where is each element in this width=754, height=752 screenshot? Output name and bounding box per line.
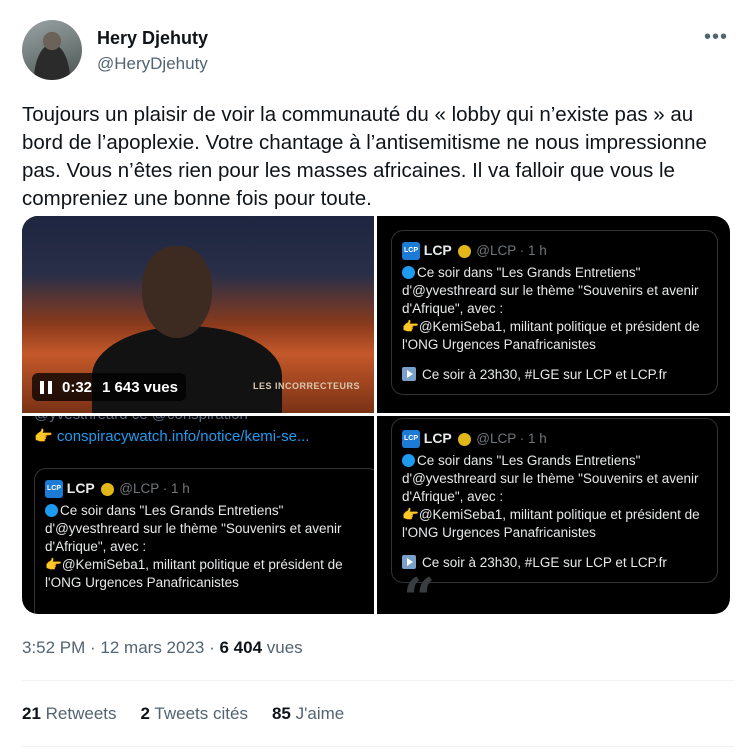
video-thumbnail[interactable]: LES INCORRECTEURS 0:32 1 643 vues	[22, 216, 374, 413]
quotes-label: Tweets cités	[154, 704, 248, 723]
embedded-tweet-line1-row: Ce soir dans "Les Grands Entretiens" d'@…	[45, 502, 369, 556]
likes-label: J'aime	[295, 704, 345, 723]
timestamp-separator: ·	[85, 638, 101, 657]
divider	[22, 680, 734, 681]
embedded-tweet-card: LCP LCP @LCP · 1 h Ce soir dans "Les Gra…	[34, 468, 374, 614]
embedded-tweet-line2-row: 👉@KemiSeba1, militant politique et prési…	[402, 506, 707, 542]
verified-badge-icon	[100, 482, 114, 496]
embedded-tweet-header: LCP LCP @LCP · 1 h	[402, 429, 707, 449]
blue-circle-icon	[402, 266, 415, 280]
image-conspiracywatch-tweet[interactable]: @yvesthreard ce @conspiration 👉 conspira…	[22, 416, 374, 614]
views-count: 6 404	[219, 638, 263, 657]
blue-circle-icon	[45, 504, 58, 518]
verified-badge-icon	[457, 432, 471, 446]
quotes-stat[interactable]: 2 Tweets cités	[141, 704, 248, 724]
embedded-tweet-line3-row: Ce soir à 23h30, #LGE sur LCP et LCP.fr	[402, 554, 707, 572]
tweet-timestamp: 3:52 PM · 12 mars 2023 · 6 404 vues	[22, 638, 303, 658]
views-label: vues	[266, 638, 303, 657]
lcp-logo-icon: LCP	[402, 430, 420, 449]
embedded-tweet-name: LCP	[66, 480, 95, 496]
embedded-tweet-line1: Ce soir dans "Les Grands Entretiens" d'@…	[45, 503, 342, 555]
tweet-time[interactable]: 3:52 PM	[22, 638, 85, 657]
lcp-logo-icon: LCP	[402, 242, 420, 261]
image-lcp-tweet-2[interactable]: “ LCP LCP @LCP · 1 h Ce soir dans "Les G…	[377, 416, 730, 614]
embedded-tweet-line1: Ce soir dans "Les Grands Entretiens" d'@…	[402, 453, 699, 505]
video-person-head	[142, 246, 212, 338]
media-grid: LES INCORRECTEURS 0:32 1 643 vues LCP LC…	[22, 216, 730, 614]
image-lcp-tweet-1[interactable]: LCP LCP @LCP · 1 h Ce soir dans "Les Gra…	[377, 216, 730, 413]
embedded-tweet-line2-row: 👉@KemiSeba1, militant politique et prési…	[402, 318, 707, 354]
embedded-tweet-meta: @LCP · 1 h	[119, 481, 190, 496]
likes-stat[interactable]: 85 J'aime	[272, 704, 344, 724]
embedded-tweet-name: LCP	[423, 430, 452, 446]
lcp-logo-icon: LCP	[45, 480, 63, 499]
pause-icon[interactable]	[40, 380, 52, 394]
retweets-stat[interactable]: 21 Retweets	[22, 704, 117, 724]
verified-badge-icon	[457, 244, 471, 258]
embedded-tweet-header: LCP LCP @LCP · 1 h	[45, 479, 369, 499]
avatar[interactable]	[22, 20, 82, 80]
more-horizontal-icon[interactable]: •••	[704, 26, 728, 49]
author-handle[interactable]: @HeryDjehuty	[97, 54, 208, 74]
tweet-text: Toujours un plaisir de voir la communaut…	[22, 103, 707, 210]
link-row: 👉 conspiracywatch.info/notice/kemi-se...	[34, 426, 364, 448]
video-watermark: LES INCORRECTEURS	[252, 381, 360, 391]
embedded-tweet-line2: @KemiSeba1, militant politique et présid…	[402, 319, 700, 353]
pointing-hand-icon: 👉	[402, 507, 419, 523]
retweets-label: Retweets	[45, 704, 117, 723]
embedded-tweet-line2: @KemiSeba1, militant politique et présid…	[45, 557, 343, 591]
embedded-tweet-meta: @LCP · 1 h	[476, 243, 547, 258]
embedded-tweet-line2-row: 👉@KemiSeba1, militant politique et prési…	[45, 556, 369, 592]
embedded-tweet-line1-row: Ce soir dans "Les Grands Entretiens" d'@…	[402, 452, 707, 506]
timestamp-separator: ·	[204, 638, 220, 657]
blue-circle-icon	[402, 454, 415, 468]
video-duration: 0:32	[62, 378, 93, 396]
video-controls[interactable]: 0:32 1 643 vues	[32, 373, 186, 401]
retweets-count: 21	[22, 704, 41, 723]
tweet-date[interactable]: 12 mars 2023	[100, 638, 204, 657]
embedded-tweet-line1: Ce soir dans "Les Grands Entretiens" d'@…	[402, 265, 699, 317]
quote-mark-icon: “	[403, 566, 436, 614]
likes-count: 85	[271, 704, 291, 723]
conspiracywatch-link: conspiracywatch.info/notice/kemi-se...	[56, 428, 310, 445]
divider	[22, 746, 734, 747]
pointing-hand-icon: 👉	[45, 557, 62, 573]
embedded-tweet-header: LCP LCP @LCP · 1 h	[402, 241, 707, 261]
tweet-stats: 21 Retweets 2 Tweets cités 85 J'aime	[22, 704, 344, 724]
embedded-tweet-line3: Ce soir à 23h30, #LGE sur LCP et LCP.fr	[422, 555, 667, 571]
clipped-mention-line: @yvesthreard ce @conspiration	[34, 416, 364, 426]
embedded-tweet-line2: @KemiSeba1, militant politique et présid…	[402, 507, 700, 541]
clipped-text-block: @yvesthreard ce @conspiration 👉 conspira…	[34, 416, 364, 448]
embedded-tweet-meta: @LCP · 1 h	[476, 431, 547, 446]
quotes-count: 2	[140, 704, 150, 723]
embedded-tweet-name: LCP	[423, 242, 452, 258]
embedded-tweet-card: LCP LCP @LCP · 1 h Ce soir dans "Les Gra…	[391, 230, 718, 396]
pointing-hand-icon: 👉	[402, 319, 419, 335]
embedded-tweet-line1-row: Ce soir dans "Les Grands Entretiens" d'@…	[402, 264, 707, 318]
embedded-tweet-line3-row: Ce soir à 23h30, #LGE sur LCP et LCP.fr	[402, 366, 707, 384]
pointing-hand-icon: 👉	[34, 428, 53, 445]
video-views: 1 643 vues	[102, 378, 178, 396]
play-button-icon	[402, 367, 416, 382]
tweet-header: Hery Djehuty @HeryDjehuty •••	[22, 20, 734, 82]
embedded-tweet-card: LCP LCP @LCP · 1 h Ce soir dans "Les Gra…	[391, 418, 718, 584]
embedded-tweet-line3: Ce soir à 23h30, #LGE sur LCP et LCP.fr	[422, 367, 667, 383]
author-name[interactable]: Hery Djehuty	[97, 28, 208, 49]
